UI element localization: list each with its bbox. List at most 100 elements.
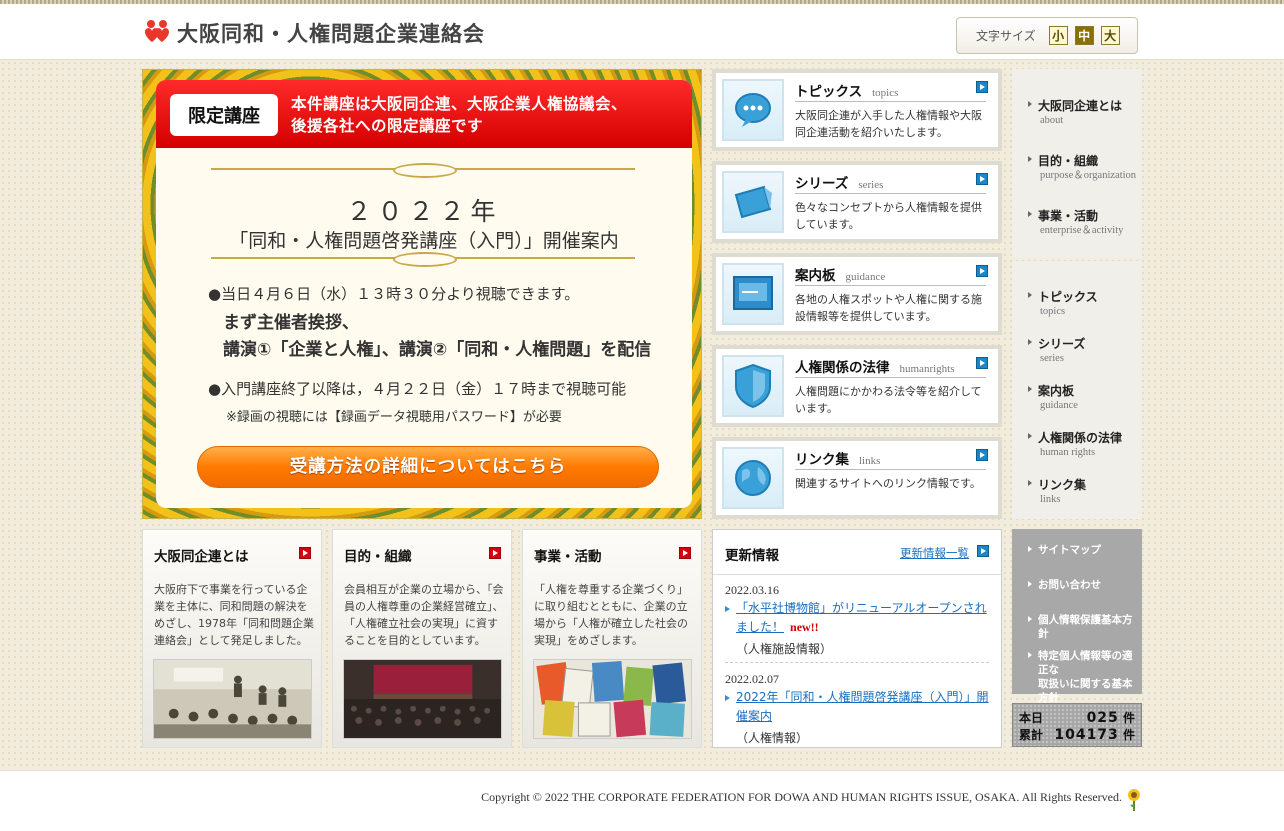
shield-icon (735, 363, 771, 409)
topics-icon-frame (722, 79, 784, 141)
nav-item-about[interactable]: 大阪同企連とは about (1028, 97, 1122, 128)
copyright: Copyright © 2022 THE CORPORATE FEDERATIO… (481, 790, 1122, 804)
banner-notice-bar: 限定講座 本件講座は大阪同企連、大阪企業人権協議会、 後援各社への限定講座です (156, 80, 692, 148)
links-arrow-icon[interactable] (976, 449, 988, 461)
nav-sitemap[interactable]: サイトマップ (1028, 543, 1101, 557)
nav-contact[interactable]: お問い合わせ (1028, 578, 1101, 592)
nav-item-topics[interactable]: トピックス topics (1028, 288, 1098, 319)
right-nav-utility: サイトマップ お問い合わせ 個人情報保護基本方針 特定個人情報等の適正な 取扱いに… (1012, 529, 1142, 704)
humanrights-description: 人権問題にかかわる法令等を紹介しています。 (795, 385, 982, 415)
links-description: 関連するサイトへのリンク情報です。 (795, 477, 981, 490)
nav-item-series[interactable]: シリーズ series (1028, 335, 1085, 366)
site-logo[interactable]: 大阪同和・人権問題企業連絡会 (143, 18, 485, 48)
founding-meeting-photo (153, 659, 312, 739)
nav-item-guidance[interactable]: 案内板 guidance (1028, 382, 1078, 413)
series-box[interactable]: シリーズ series 色々なコンセプトから人権情報を提供しています。 (712, 161, 1002, 243)
globe-icon (735, 460, 771, 496)
about-box[interactable]: 大阪同企連とは 大阪府下で事業を行っている企業を主体に、同和問題の解決をめざし、… (142, 529, 322, 748)
series-description: 色々なコンセプトから人権情報を提供しています。 (795, 201, 982, 231)
font-size-small-button[interactable]: 小 (1048, 26, 1068, 45)
site-header: 大阪同和・人権問題企業連絡会 文字サイズ 小 中 大 (0, 4, 1284, 60)
counter-total: 累計 104173 件 (1019, 727, 1135, 743)
nav-specific-info-policy[interactable]: 特定個人情報等の適正な 取扱いに関する基本方針 (1028, 649, 1142, 705)
ornament-divider-top (211, 163, 635, 178)
activity-box[interactable]: 事業・活動 「人権を尊重する企業づくり」に取り組むとともに、企業の立場から「人権… (522, 529, 702, 748)
speech-bubble-icon (735, 93, 771, 127)
purpose-box[interactable]: 目的・組織 会員相互が企業の立場から、「会員の人権尊重の企業経営確立」、「人権確… (332, 529, 512, 748)
humanrights-icon-frame (722, 355, 784, 417)
banner-card: 限定講座 本件講座は大阪同企連、大阪企業人権協議会、 後援各社への限定講座です … (156, 80, 692, 508)
publications-photo (533, 659, 692, 739)
purpose-arrow-icon[interactable] (489, 547, 501, 559)
activity-box-description: 「人権を尊重する企業づくり」に取り組むとともに、企業の立場から「人権が確立した社… (534, 583, 688, 647)
font-size-medium-button[interactable]: 中 (1074, 26, 1094, 45)
nav-item-links[interactable]: リンク集 links (1028, 476, 1086, 507)
new-badge: new!! (790, 620, 819, 634)
font-size-switcher: 文字サイズ 小 中 大 (956, 17, 1138, 54)
seminar-banner[interactable]: 限定講座 本件講座は大阪同企連、大阪企業人権協議会、 後援各社への限定講座です … (142, 69, 702, 519)
font-size-label: 文字サイズ (976, 29, 1036, 43)
links-box[interactable]: リンク集 links 関連するサイトへのリンク情報です。 (712, 437, 1002, 519)
news-title: 更新情報 (725, 548, 779, 564)
divider (795, 101, 986, 102)
limited-tag: 限定講座 (170, 94, 278, 136)
nav-item-humanrights[interactable]: 人権関係の法律 human rights (1028, 429, 1122, 460)
humanrights-box[interactable]: 人権関係の法律 humanrights 人権問題にかかわる法令等を紹介しています。 (712, 345, 1002, 427)
banner-notice-line1: 本件講座は大阪同企連、大阪企業人権協議会、 (291, 95, 628, 113)
access-counter: 本日 025 件 累計 104173 件 (1012, 703, 1142, 747)
divider (795, 469, 986, 470)
news-category: （人権情報） (736, 731, 809, 745)
activity-arrow-icon[interactable] (679, 547, 691, 559)
topics-arrow-icon[interactable] (976, 81, 988, 93)
news-list-arrow-icon[interactable] (977, 545, 989, 557)
series-arrow-icon[interactable] (976, 173, 988, 185)
font-size-large-button[interactable]: 大 (1100, 26, 1120, 45)
guidance-arrow-icon[interactable] (976, 265, 988, 277)
banner-line1: ●当日４月６日（水）１３時３０分より視聴できます。 (208, 285, 580, 303)
banner-notice: 本件講座は大阪同企連、大阪企業人権協議会、 後援各社への限定講座です (291, 93, 627, 137)
news-header: 更新情報 更新情報一覧 (713, 530, 1001, 575)
humanrights-arrow-icon[interactable] (976, 357, 988, 369)
divider (795, 377, 986, 378)
signboard-icon (733, 276, 773, 310)
counter-today: 本日 025 件 (1019, 710, 1135, 726)
series-icon-frame (722, 171, 784, 233)
news-panel: 更新情報 更新情報一覧 2022.03.16 「水平社博物館」がリニューアルオー… (712, 529, 1002, 748)
nav-item-purpose[interactable]: 目的・組織 purpose＆organization (1028, 152, 1136, 183)
news-item-link[interactable]: 「水平社博物館」がリニューアルオープンされました！ new!! (736, 599, 990, 637)
series-title: シリーズ series (795, 176, 884, 192)
news-item-link[interactable]: 2022年「同和・人権問題啓発講座（入門）」開催案内 (736, 688, 990, 726)
ornament-divider-bottom (211, 252, 635, 267)
banner-title: 「同和・人権問題啓発講座（入門）」開催案内 (229, 230, 619, 252)
banner-line2: まず主催者挨拶、 (223, 313, 359, 333)
hearts-logo-icon (145, 20, 169, 42)
activity-box-title: 事業・活動 (534, 549, 602, 565)
right-nav-about: 大阪同企連とは about 目的・組織 purpose＆organization 事… (1012, 69, 1142, 258)
divider (795, 285, 986, 286)
purpose-box-description: 会員相互が企業の立場から、「会員の人権尊重の企業経営確立」、「人権確立社会の実現… (344, 583, 504, 647)
news-date: 2022.03.16 (725, 583, 779, 597)
seminar-details-button[interactable]: 受講方法の詳細についてはこちら (197, 446, 659, 488)
site-title: 大阪同和・人権問題企業連絡会 (177, 22, 485, 46)
topics-description: 大阪同企連が入手した人権情報や大阪同企連活動を紹介いたします。 (795, 109, 982, 139)
guidance-description: 各地の人権スポットや人権に関する施設情報等を提供しています。 (795, 293, 982, 323)
links-icon-frame (722, 447, 784, 509)
right-nav-content: トピックス topics シリーズ series 案内板 guidance 人権関係の… (1012, 261, 1142, 519)
topics-box[interactable]: トピックス topics 大阪同企連が入手した人権情報や大阪同企連活動を紹介いたし… (712, 69, 1002, 151)
banner-line4: ●入門講座終了以降は，４月２２日（金）１７時まで視聴可能 (208, 380, 627, 398)
banner-year: ２０２２年 (346, 197, 502, 226)
humanrights-title: 人権関係の法律 humanrights (795, 360, 955, 376)
folder-icon (734, 185, 772, 219)
guidance-icon-frame (722, 263, 784, 325)
nav-item-activity[interactable]: 事業・活動 enterprise＆activity (1028, 207, 1123, 238)
divider (795, 193, 986, 194)
guidance-box[interactable]: 案内板 guidance 各地の人権スポットや人権に関する施設情報等を提供していま… (712, 253, 1002, 335)
news-category: （人権施設情報） (736, 642, 833, 656)
news-bullet-icon (725, 606, 730, 612)
assembly-hall-photo (343, 659, 502, 739)
news-bullet-icon (725, 695, 730, 701)
about-arrow-icon[interactable] (299, 547, 311, 559)
about-box-description: 大阪府下で事業を行っている企業を主体に、同和問題の解決をめざし、1978年「同和… (154, 583, 314, 647)
news-list-link[interactable]: 更新情報一覧 (900, 545, 969, 561)
nav-privacy-policy[interactable]: 個人情報保護基本方針 (1028, 613, 1142, 641)
